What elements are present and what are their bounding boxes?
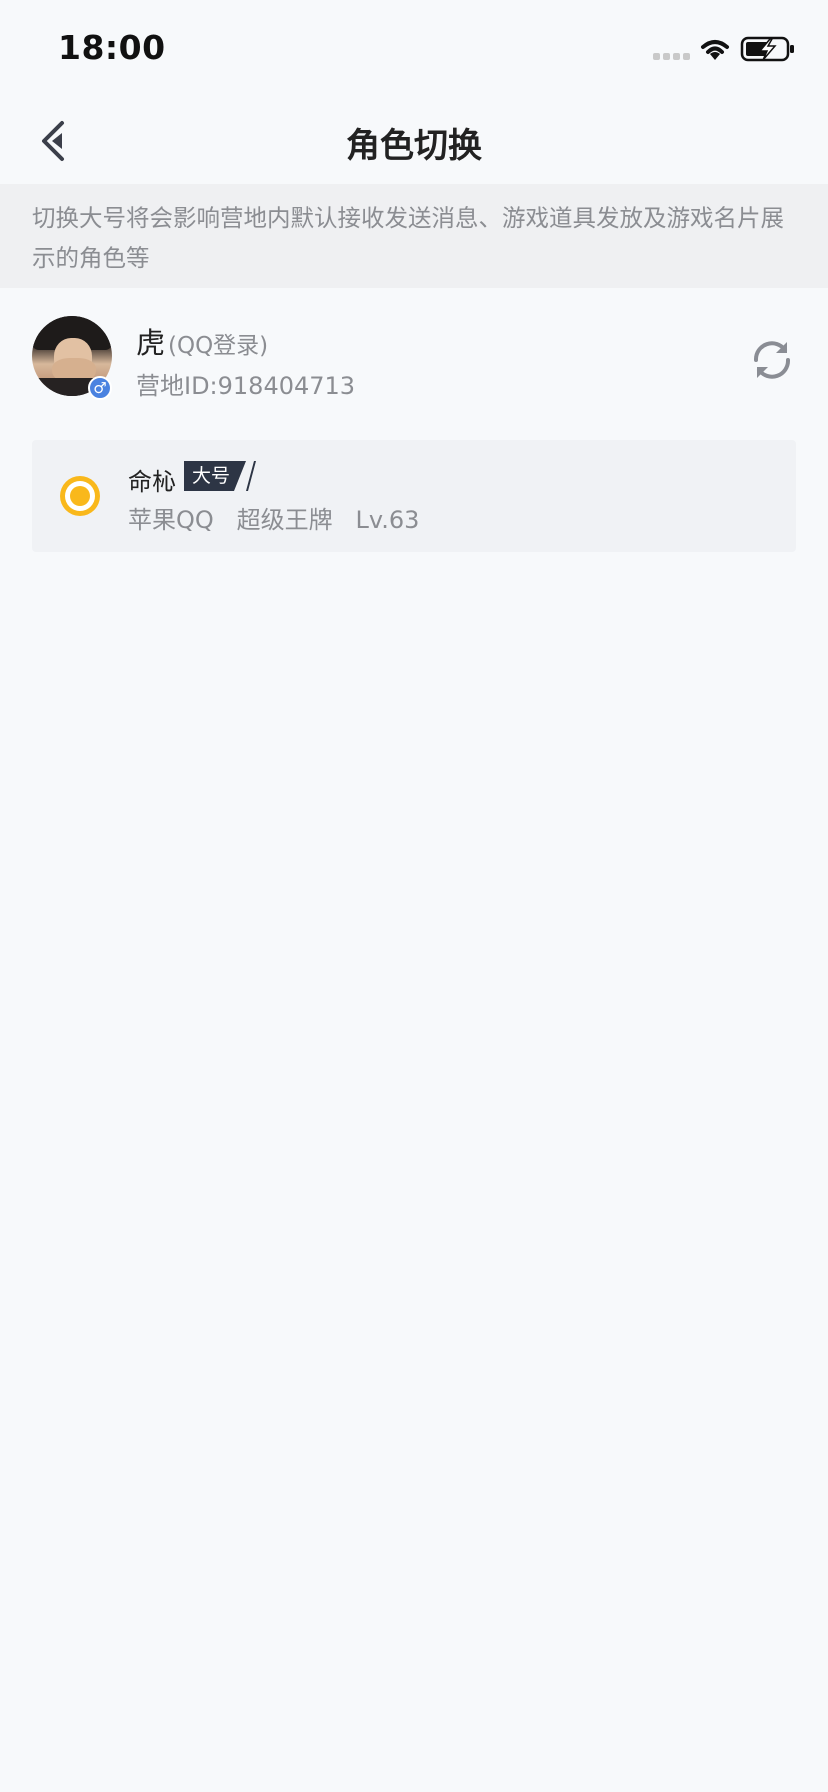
main-account-tag-label: 大号: [184, 461, 235, 491]
refresh-button[interactable]: [748, 336, 796, 384]
battery-charging-icon: [740, 36, 794, 62]
refresh-icon: [754, 341, 790, 379]
page-title: 角色切换: [346, 126, 482, 166]
account-name: 虎: [136, 326, 166, 360]
status-time: 18:00: [58, 28, 166, 67]
male-gender-icon: ♂: [88, 376, 112, 400]
nav-bar: 角色切换: [0, 98, 828, 184]
tag-slash-icon: [234, 461, 257, 491]
role-detail: 苹果QQ 超级王牌 Lv.63: [128, 506, 420, 534]
role-name: 命杺: [128, 468, 176, 496]
account-camp-id: 营地ID:918404713: [136, 372, 356, 400]
selected-radio-icon[interactable]: [60, 476, 100, 516]
wifi-icon: [701, 40, 729, 60]
signal-dots-icon: [653, 53, 690, 60]
notice-banner: 切换大号将会影响营地内默认接收发送消息、游戏道具发放及游戏名片展示的角色等: [0, 184, 828, 288]
main-account-tag: 大号: [184, 460, 257, 492]
account-login-type: (QQ登录): [168, 333, 269, 359]
account-row: ♂ 虎 (QQ登录) 营地ID:918404713: [0, 316, 828, 404]
role-card[interactable]: 命杺 大号 苹果QQ 超级王牌 Lv.63: [32, 440, 796, 552]
status-bar: 18:00: [0, 0, 828, 98]
